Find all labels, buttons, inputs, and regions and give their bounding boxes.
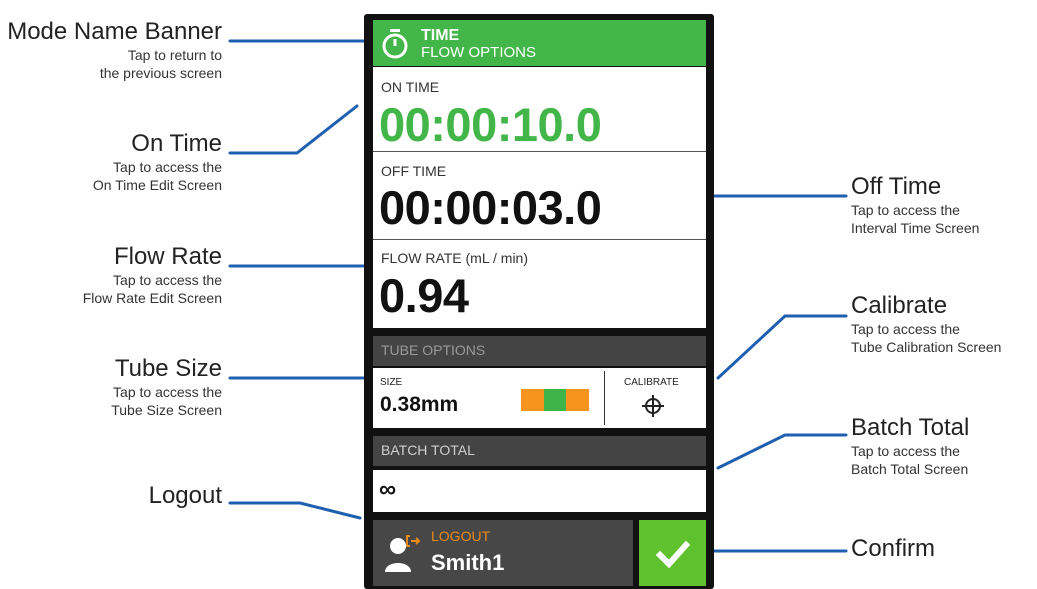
tube-options-panel: SIZE 0.38mm CALIBRATE: [373, 368, 706, 428]
off-time-label: OFF TIME: [381, 163, 447, 179]
callout-calibrate: Calibrate Tap to access the Tube Calibra…: [851, 292, 1001, 356]
callout-desc: Flow Rate Edit Screen: [82, 290, 222, 306]
callout-desc: Tap to access the: [851, 202, 960, 218]
off-time-row[interactable]: OFF TIME 00:00:03.0: [373, 152, 706, 240]
callout-desc: Tap to access the: [113, 159, 222, 175]
mode-subtitle: FLOW OPTIONS: [421, 44, 537, 61]
calibrate-label: CALIBRATE: [624, 377, 679, 388]
flow-rate-value: 0.94: [379, 269, 469, 322]
logout-button[interactable]: LOGOUT Smith1: [373, 520, 633, 586]
callout-tube-size: Tube Size Tap to access the Tube Size Sc…: [111, 355, 222, 419]
callout-desc: Tap to access the: [113, 272, 222, 288]
callout-confirm: Confirm: [851, 535, 935, 563]
callout-title: Flow Rate: [113, 243, 222, 270]
callout-title: Batch Total: [851, 414, 970, 441]
tube-size-label: SIZE: [380, 377, 403, 388]
batch-total-field[interactable]: ∞: [373, 470, 706, 512]
flow-rate-label: FLOW RATE (mL / min): [381, 250, 528, 266]
callout-desc: Interval Time Screen: [851, 220, 980, 236]
callout-flow-rate: Flow Rate Tap to access the Flow Rate Ed…: [83, 243, 222, 307]
callout-desc: Tap to return to: [127, 47, 222, 63]
confirm-button[interactable]: [639, 520, 706, 586]
callout-on-time: On Time Tap to access the On Time Edit S…: [93, 130, 222, 194]
callout-desc: Tap to access the: [113, 384, 222, 400]
callout-title: Confirm: [851, 535, 936, 562]
mode-name-banner[interactable]: TIME FLOW OPTIONS: [373, 20, 706, 66]
batch-total-header: BATCH TOTAL: [373, 436, 706, 466]
stopwatch-icon: [382, 29, 408, 59]
logout-label: LOGOUT: [431, 528, 491, 544]
callout-title: Logout: [148, 482, 222, 509]
batch-total-value: ∞: [379, 476, 397, 503]
tube-color-swatch: [521, 389, 590, 411]
callout-logout: Logout: [149, 482, 222, 510]
callout-batch-total: Batch Total Tap to access the Batch Tota…: [851, 414, 969, 478]
flow-rate-row[interactable]: FLOW RATE (mL / min) 0.94: [373, 240, 706, 328]
callout-desc: the previous screen: [99, 65, 222, 81]
tube-options-header: TUBE OPTIONS: [373, 336, 706, 366]
on-time-value: 00:00:10.0: [379, 98, 602, 151]
mode-title: TIME: [421, 27, 460, 44]
callout-desc: Tube Size Screen: [111, 402, 222, 418]
on-time-row[interactable]: ON TIME 00:00:10.0: [373, 67, 706, 152]
tube-size-button[interactable]: SIZE 0.38mm: [373, 368, 603, 428]
callout-mode-banner: Mode Name Banner Tap to return to the pr…: [7, 18, 222, 82]
callout-desc: Tube Calibration Screen: [851, 339, 1002, 355]
on-time-label: ON TIME: [381, 79, 440, 95]
callout-title: Tube Size: [114, 355, 222, 382]
callout-title: On Time: [131, 130, 222, 157]
callout-title: Calibrate: [851, 292, 948, 319]
user-logout-icon: [385, 535, 421, 572]
crosshair-icon: [642, 395, 664, 417]
callout-title: Off Time: [851, 173, 942, 200]
callout-desc: Batch Total Screen: [851, 461, 969, 477]
callout-off-time: Off Time Tap to access the Interval Time…: [851, 173, 979, 237]
callout-desc: Tap to access the: [851, 443, 960, 459]
callout-desc: Tap to access the: [851, 321, 960, 337]
checkmark-icon: [656, 540, 690, 569]
off-time-value: 00:00:03.0: [379, 181, 602, 234]
callout-title: Mode Name Banner: [7, 18, 222, 45]
user-name: Smith1: [431, 550, 505, 575]
callout-desc: On Time Edit Screen: [92, 177, 222, 193]
calibrate-button[interactable]: CALIBRATE: [605, 368, 706, 428]
tube-size-value: 0.38mm: [380, 393, 459, 416]
time-settings-panel: ON TIME 00:00:10.0 OFF TIME 00:00:03.0 F…: [373, 67, 706, 328]
